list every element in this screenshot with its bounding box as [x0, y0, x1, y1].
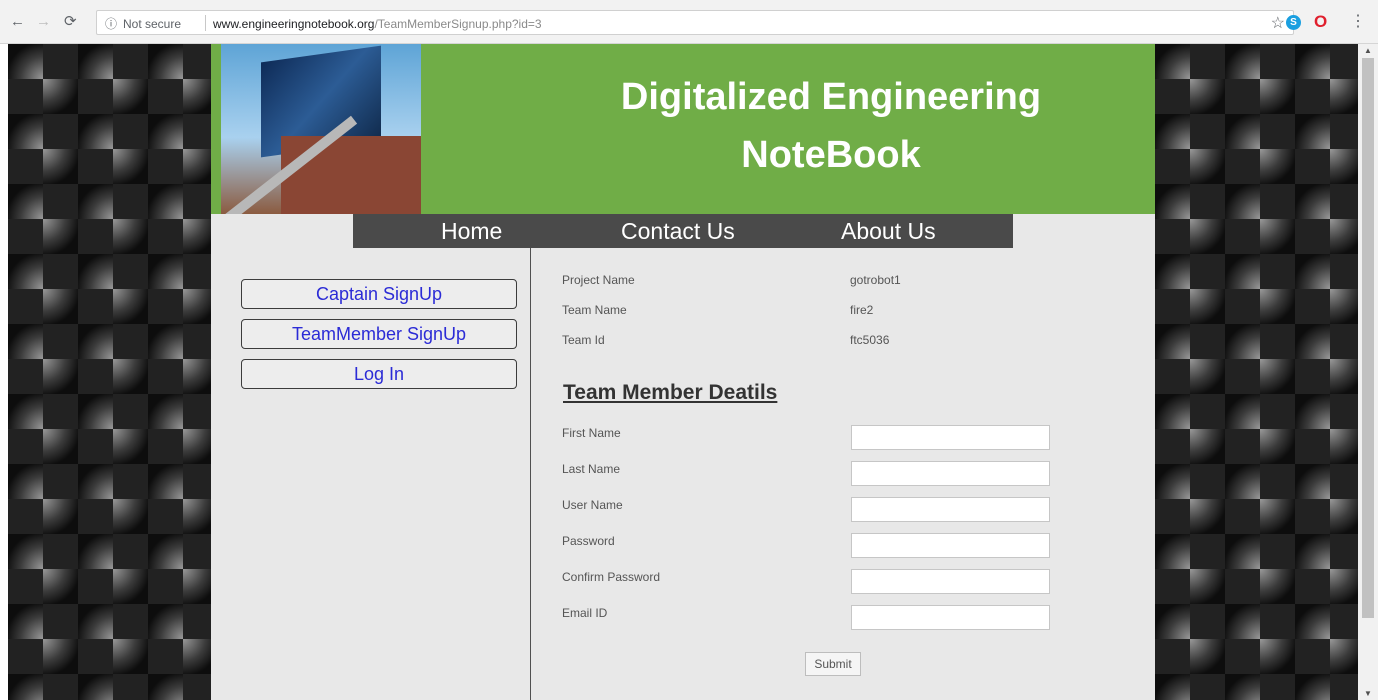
page-scrollbar[interactable]: ▲ ▼: [1358, 44, 1378, 700]
skype-extension-icon[interactable]: S: [1286, 15, 1301, 30]
nav-about-us-link[interactable]: About Us: [841, 218, 936, 244]
team-id-value: ftc5036: [850, 333, 890, 347]
captain-signup-button[interactable]: Captain SignUp: [241, 279, 517, 309]
reload-icon[interactable]: ⟳: [64, 14, 77, 30]
bookmark-star-icon[interactable]: ☆: [1271, 13, 1285, 33]
nav-contact-us-link[interactable]: Contact Us: [621, 218, 735, 244]
submit-button[interactable]: Submit: [805, 652, 861, 676]
opera-extension-icon[interactable]: O: [1314, 12, 1327, 32]
password-label: Password: [562, 534, 615, 548]
site-container: Digitalized Engineering NoteBook Home Co…: [211, 44, 1155, 700]
team-name-label: Team Name: [562, 303, 627, 317]
scroll-up-icon[interactable]: ▲: [1364, 46, 1372, 55]
background-pattern-right: [1155, 44, 1358, 700]
column-divider: [530, 248, 531, 700]
address-bar[interactable]: ⓘ Not secure www.engineeringnotebook.org…: [96, 10, 1294, 35]
url-path: /TeamMemberSignup.php?id=3: [374, 17, 542, 31]
scroll-thumb[interactable]: [1362, 58, 1374, 618]
project-name-label: Project Name: [562, 273, 635, 287]
team-id-label: Team Id: [562, 333, 605, 347]
confirm-password-label: Confirm Password: [562, 570, 661, 584]
browser-menu-icon[interactable]: ⋮: [1350, 11, 1366, 31]
info-icon[interactable]: ⓘ: [105, 15, 117, 32]
login-button[interactable]: Log In: [241, 359, 517, 389]
security-label: Not secure: [123, 17, 182, 31]
page-viewport: Digitalized Engineering NoteBook Home Co…: [0, 44, 1378, 700]
address-separator: [205, 15, 206, 31]
email-id-label: Email ID: [562, 606, 608, 620]
last-name-input[interactable]: [851, 461, 1050, 486]
forward-icon[interactable]: →: [36, 14, 51, 30]
confirm-password-input[interactable]: [851, 569, 1050, 594]
site-banner: Digitalized Engineering NoteBook: [211, 44, 1155, 214]
building-photo: [221, 44, 421, 214]
scroll-down-icon[interactable]: ▼: [1364, 689, 1372, 698]
url-text[interactable]: www.engineeringnotebook.org/TeamMemberSi…: [213, 17, 542, 31]
team-name-value: fire2: [850, 303, 874, 317]
user-name-input[interactable]: [851, 497, 1050, 522]
building-brick: [281, 136, 421, 214]
url-host: www.engineeringnotebook.org: [213, 17, 375, 31]
teammember-signup-button[interactable]: TeamMember SignUp: [241, 319, 517, 349]
site-title: Digitalized Engineering NoteBook: [620, 76, 1042, 176]
back-icon[interactable]: ←: [10, 14, 25, 30]
password-input[interactable]: [851, 533, 1050, 558]
last-name-label: Last Name: [562, 462, 621, 476]
main-nav: Home Contact Us About Us: [353, 214, 1013, 248]
browser-toolbar: ← → ⟳ ⓘ Not secure www.engineeringnotebo…: [0, 0, 1378, 44]
email-id-input[interactable]: [851, 605, 1050, 630]
project-name-value: gotrobot1: [850, 273, 901, 287]
nav-home-link[interactable]: Home: [441, 218, 502, 244]
team-member-details-heading: Team Member Deatils: [563, 381, 778, 404]
first-name-label: First Name: [562, 426, 621, 440]
user-name-label: User Name: [562, 498, 623, 512]
first-name-input[interactable]: [851, 425, 1050, 450]
background-pattern-left: [8, 44, 211, 700]
